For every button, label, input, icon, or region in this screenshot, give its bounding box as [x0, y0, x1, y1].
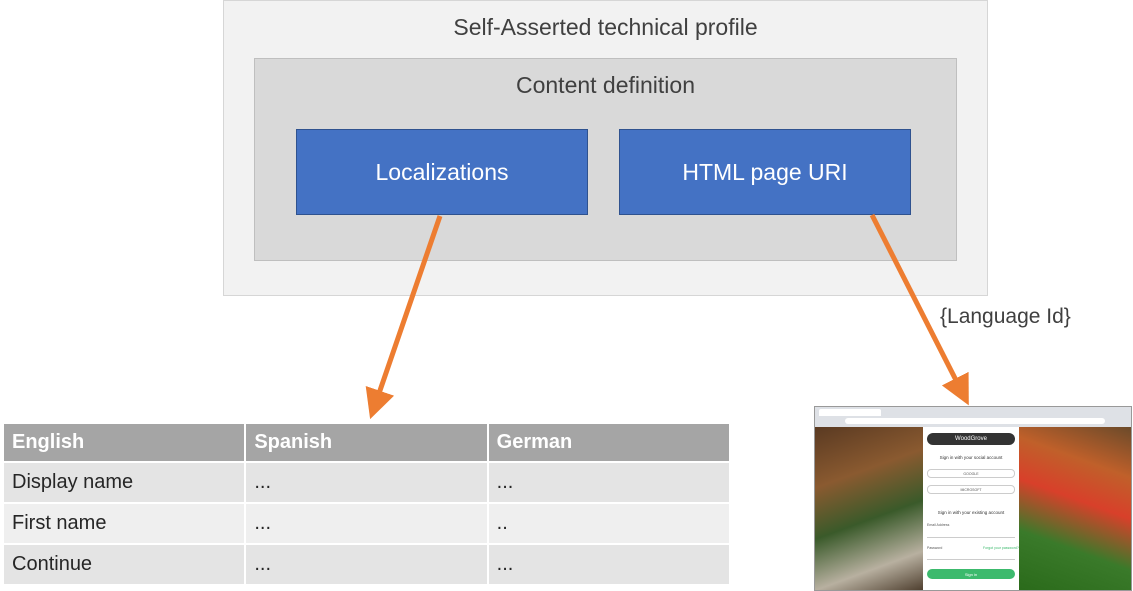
table-row: Display name ... ... — [1, 461, 732, 504]
header-spanish: Spanish — [244, 422, 489, 463]
table-cell: ... — [486, 543, 732, 586]
google-button: GOOGLE — [927, 469, 1015, 478]
social-heading: Sign in with your social account — [939, 455, 1003, 460]
password-label: Password — [927, 546, 943, 550]
table-cell: ... — [244, 543, 489, 586]
market-background-right — [1019, 427, 1131, 590]
table-cell: Continue — [1, 543, 247, 586]
email-label: Email Address — [927, 523, 950, 527]
table-cell: .. — [486, 502, 732, 545]
table-cell: ... — [244, 502, 489, 545]
password-field — [927, 559, 1015, 560]
language-id-label: {Language Id} — [940, 305, 1071, 328]
localization-table: English Spanish German Display name ... … — [1, 422, 732, 586]
forgot-link: Forgot your password? — [983, 546, 1019, 550]
header-english: English — [1, 422, 247, 463]
table-cell: First name — [1, 502, 247, 545]
table-header-row: English Spanish German — [1, 422, 732, 463]
sign-in-panel — [923, 427, 1019, 590]
arrow-localizations-to-table — [365, 215, 443, 420]
brand-header: WoodGrove — [927, 433, 1015, 445]
address-bar — [845, 418, 1105, 424]
table-cell: Display name — [1, 461, 247, 504]
email-field — [927, 537, 1015, 538]
table-row: Continue ... ... — [1, 543, 732, 586]
table-cell: ... — [244, 461, 489, 504]
table-cell: ... — [486, 461, 732, 504]
sign-in-button: Sign in — [927, 569, 1015, 579]
table-row: First name ... .. — [1, 502, 732, 545]
sign-in-page-screenshot: WoodGrove Sign in with your social accou… — [814, 406, 1132, 591]
microsoft-button: MICROSOFT — [927, 485, 1015, 494]
browser-tab — [819, 409, 881, 416]
arrow-html-uri-to-page — [869, 213, 969, 406]
existing-heading: Sign in with your existing account — [937, 510, 1005, 515]
header-german: German — [486, 422, 732, 463]
market-background-left — [815, 427, 923, 590]
